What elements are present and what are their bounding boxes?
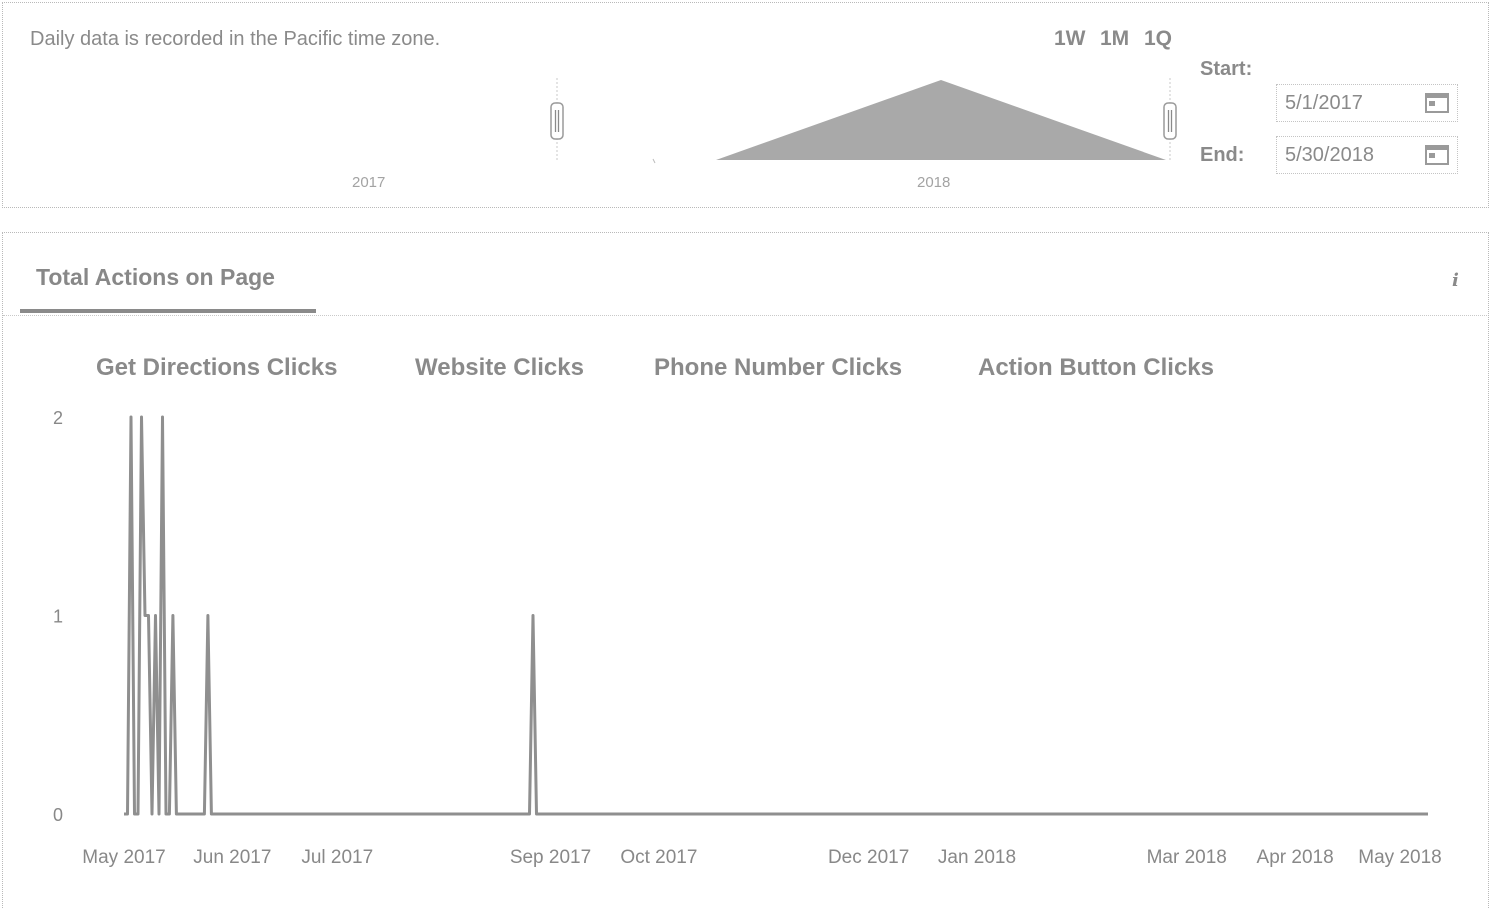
line-chart: 0 1 2 May 2017 Jun 2017 Jul 2017 Sep 2017 Oct … xyxy=(53,408,1442,868)
x-tick-label: Jan 2018 xyxy=(938,847,1016,868)
series-line xyxy=(124,415,1428,816)
x-tick-label: Sep 2017 xyxy=(510,847,591,868)
x-tick-label: Mar 2018 xyxy=(1147,847,1227,868)
x-tick-label: Oct 2017 xyxy=(620,847,697,868)
y-tick-label: 2 xyxy=(53,408,63,428)
x-tick-label: Jun 2017 xyxy=(193,847,271,868)
y-tick-label: 1 xyxy=(53,607,63,627)
x-tick-label: Dec 2017 xyxy=(828,847,909,868)
y-tick-label: 0 xyxy=(53,805,63,825)
x-tick-label: May 2018 xyxy=(1358,847,1441,868)
x-tick-label: Apr 2018 xyxy=(1257,847,1334,868)
x-tick-label: Jul 2017 xyxy=(301,847,373,868)
x-tick-label: May 2017 xyxy=(82,847,165,868)
